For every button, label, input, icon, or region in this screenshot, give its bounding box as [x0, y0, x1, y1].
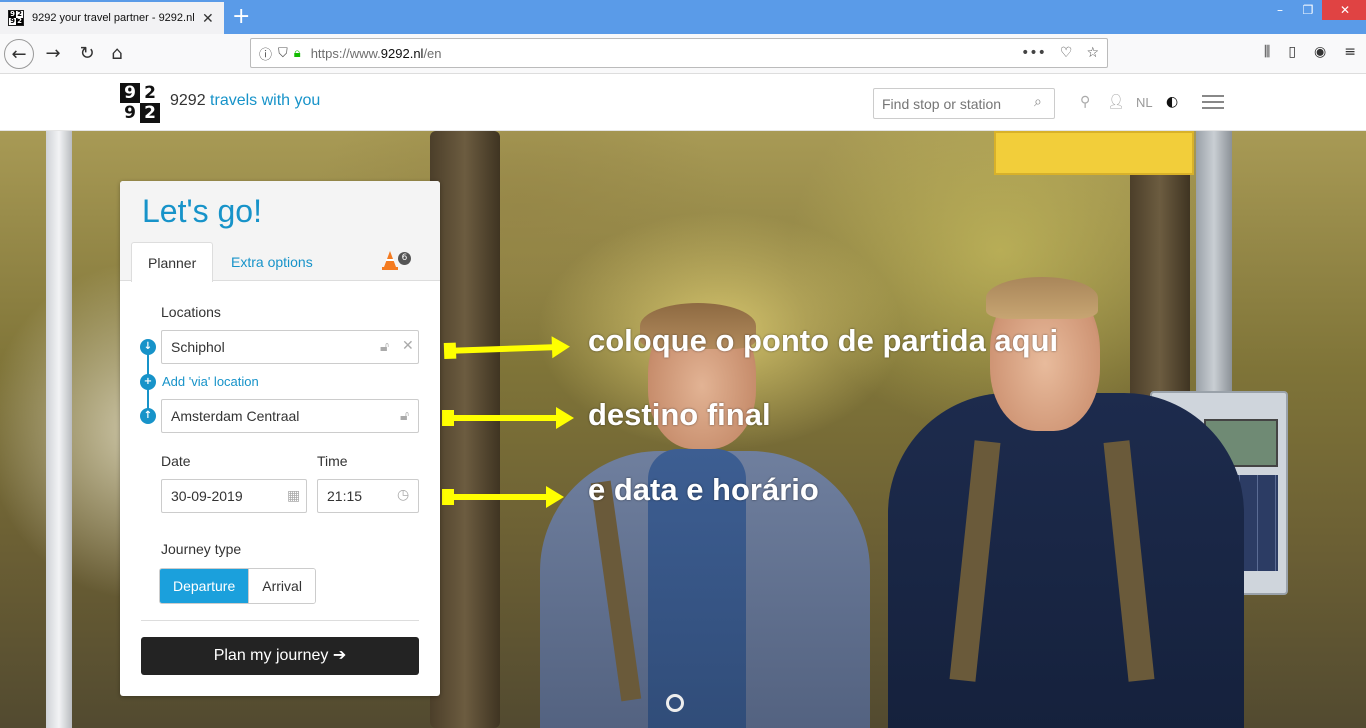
hero-person-right [888, 393, 1244, 728]
arrival-option[interactable]: Arrival [248, 569, 315, 603]
account-icon[interactable]: ◉ [1314, 44, 1326, 60]
stop-search-input[interactable] [873, 88, 1055, 119]
location-pin-icon[interactable]: ⚲ [1080, 94, 1090, 110]
forward-button[interactable]: → [38, 39, 68, 69]
date-input[interactable]: 30-09-2019 [161, 479, 307, 513]
add-via-link[interactable]: Add 'via' location [162, 374, 259, 389]
tab-title: 9292 your travel partner - 9292.nl [32, 12, 195, 24]
contrast-icon[interactable]: ◐ [1166, 94, 1178, 110]
journey-type-label: Journey type [161, 541, 242, 557]
browser-tab[interactable]: 9 2 9 2 9292 your travel partner - 9292.… [0, 2, 224, 34]
planner-title: Let's go! [142, 193, 262, 229]
info-icon[interactable]: ⓘ [259, 44, 272, 63]
add-via-icon[interactable]: + [140, 374, 156, 390]
hero-bus-stop-sign [994, 131, 1194, 175]
new-tab-button[interactable]: + [232, 4, 250, 29]
sidebar-icon[interactable]: ▯ [1288, 44, 1296, 60]
menu-icon[interactable]: ≡ [1344, 44, 1356, 60]
page-actions-icon[interactable]: ••• [1021, 45, 1046, 61]
url-actions: ••• ♡ ☆ [1021, 45, 1099, 61]
user-icon[interactable]: 👤︎ [1107, 94, 1125, 110]
search-icon[interactable]: ⌕ [1034, 94, 1042, 110]
unlock-icon[interactable]: 🔓︎ [400, 408, 409, 424]
divider [141, 620, 419, 621]
unlock-icon[interactable]: 🔓︎ [380, 339, 389, 355]
window-controls: – ❐ ✕ [1266, 0, 1366, 22]
to-input[interactable]: Amsterdam Centraal [161, 399, 419, 433]
home-button[interactable]: ⌂ [102, 39, 132, 69]
plan-journey-button[interactable]: Plan my journey ➔ [141, 637, 419, 675]
time-label: Time [317, 453, 348, 469]
clear-icon[interactable]: ✕ [402, 338, 414, 354]
reload-button[interactable]: ↻ [72, 39, 102, 69]
site-logo[interactable]: 9 2 9 2 [120, 83, 160, 123]
close-window-button[interactable]: ✕ [1322, 0, 1366, 20]
lock-icon[interactable]: 🔒︎ [294, 46, 301, 61]
annotation-arrow-datetime [442, 486, 564, 508]
hero-tree-trunk [430, 131, 500, 728]
hero-lamp-pole [46, 131, 72, 728]
journey-planner-card: Let's go! Planner Extra options 6 Locati… [120, 181, 440, 696]
browser-navbar: ← → ↻ ⌂ ⓘ ⛉ 🔒︎ https://www.9292.nl/en ••… [0, 34, 1366, 74]
hamburger-menu-icon[interactable] [1202, 95, 1224, 109]
tab-extra-options[interactable]: Extra options [215, 242, 329, 282]
language-switch[interactable]: NL [1136, 95, 1153, 110]
back-button[interactable]: ← [4, 39, 34, 69]
clock-icon[interactable]: ◷ [397, 487, 409, 503]
site-favicon-icon: 9 2 9 2 [8, 10, 24, 26]
url-bar[interactable]: ⓘ ⛉ 🔒︎ https://www.9292.nl/en ••• ♡ ☆ [250, 38, 1108, 68]
bookmark-star-icon[interactable]: ☆ [1086, 45, 1099, 61]
to-marker-icon: ↑ [140, 408, 156, 424]
tab-planner[interactable]: Planner [131, 242, 214, 282]
annotation-datetime: e data e horário [588, 472, 819, 507]
from-marker-icon: ↓ [140, 339, 156, 355]
site-header: 9 2 9 2 9292 travels with you ⌕ ⚲ 👤︎ NL … [0, 74, 1366, 131]
shield-icon[interactable]: ⛉ [278, 46, 288, 61]
traffic-cone-icon[interactable] [382, 251, 398, 271]
toolbar-right: ⫼ ▯ ◉ ≡ [1264, 44, 1356, 60]
library-icon[interactable]: ⫼ [1264, 44, 1270, 60]
disruption-count-badge: 6 [398, 252, 411, 265]
pocket-icon[interactable]: ♡ [1060, 45, 1073, 61]
browser-titlebar: 9 2 9 2 9292 your travel partner - 9292.… [0, 0, 1366, 34]
site-tagline: 9292 travels with you [170, 92, 321, 109]
departure-option[interactable]: Departure [160, 569, 249, 603]
annotation-destination: destino final [588, 397, 771, 432]
annotation-arrow-destination [442, 407, 574, 429]
calendar-icon[interactable]: ▦ [287, 488, 300, 504]
minimize-button[interactable]: – [1266, 0, 1294, 20]
date-label: Date [161, 453, 191, 469]
url-text[interactable]: https://www.9292.nl/en [311, 46, 442, 61]
annotation-start: coloque o ponto de partida aqui [588, 323, 1059, 358]
maximize-button[interactable]: ❐ [1294, 0, 1322, 20]
locations-label: Locations [161, 304, 221, 320]
close-tab-icon[interactable]: ✕ [202, 10, 214, 27]
journey-type-toggle: Departure Arrival [159, 568, 316, 604]
